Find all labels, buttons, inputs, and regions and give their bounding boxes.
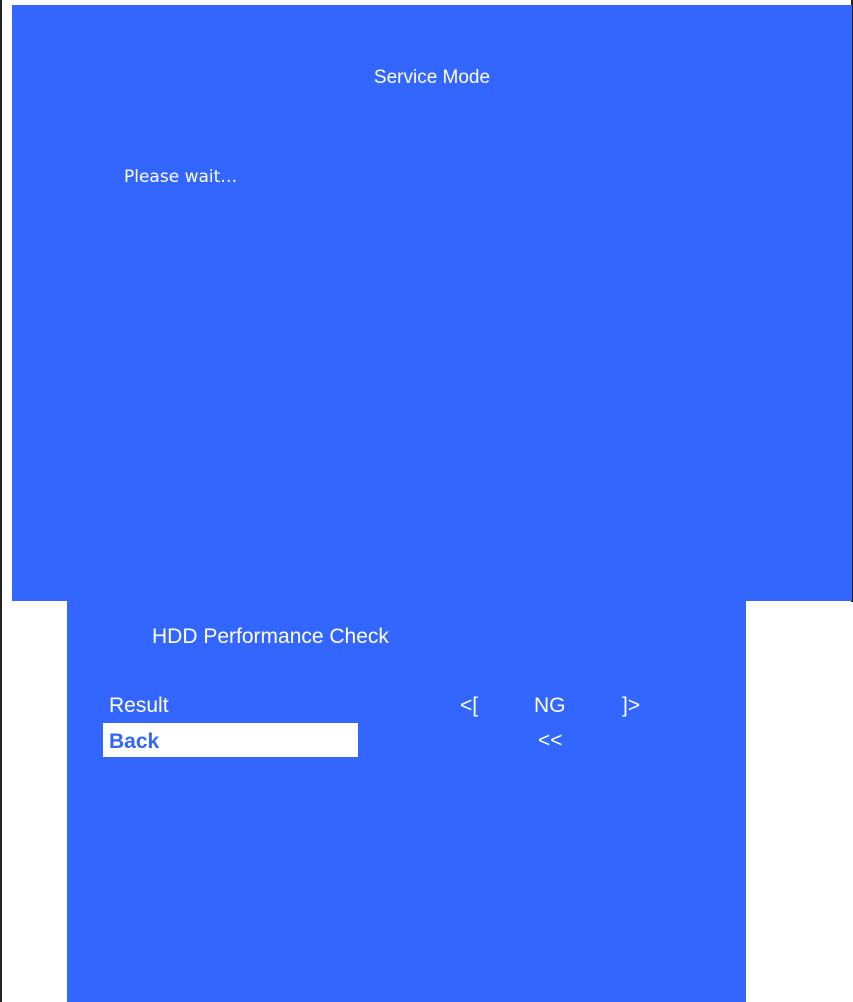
back-menu-item[interactable]: Back (103, 723, 358, 757)
result-label[interactable]: Result (109, 694, 169, 718)
hdd-check-panel: HDD Performance Check Result <[ NG ]> Ba… (67, 601, 746, 1002)
service-mode-screen: Service Mode Please wait… (12, 5, 852, 601)
panel-title: HDD Performance Check (152, 625, 389, 648)
status-message: Please wait… (124, 167, 238, 187)
back-label: Back (109, 730, 160, 753)
result-value-open-bracket: <[ (460, 694, 479, 717)
back-value: << (538, 729, 563, 752)
result-value: NG (534, 694, 566, 717)
result-value-close-bracket: ]> (622, 694, 641, 717)
service-screen-frame: Service Mode Please wait… HDD Performanc… (0, 0, 853, 1002)
screen-title: Service Mode (373, 67, 491, 88)
frame-border-left (0, 0, 2, 1002)
